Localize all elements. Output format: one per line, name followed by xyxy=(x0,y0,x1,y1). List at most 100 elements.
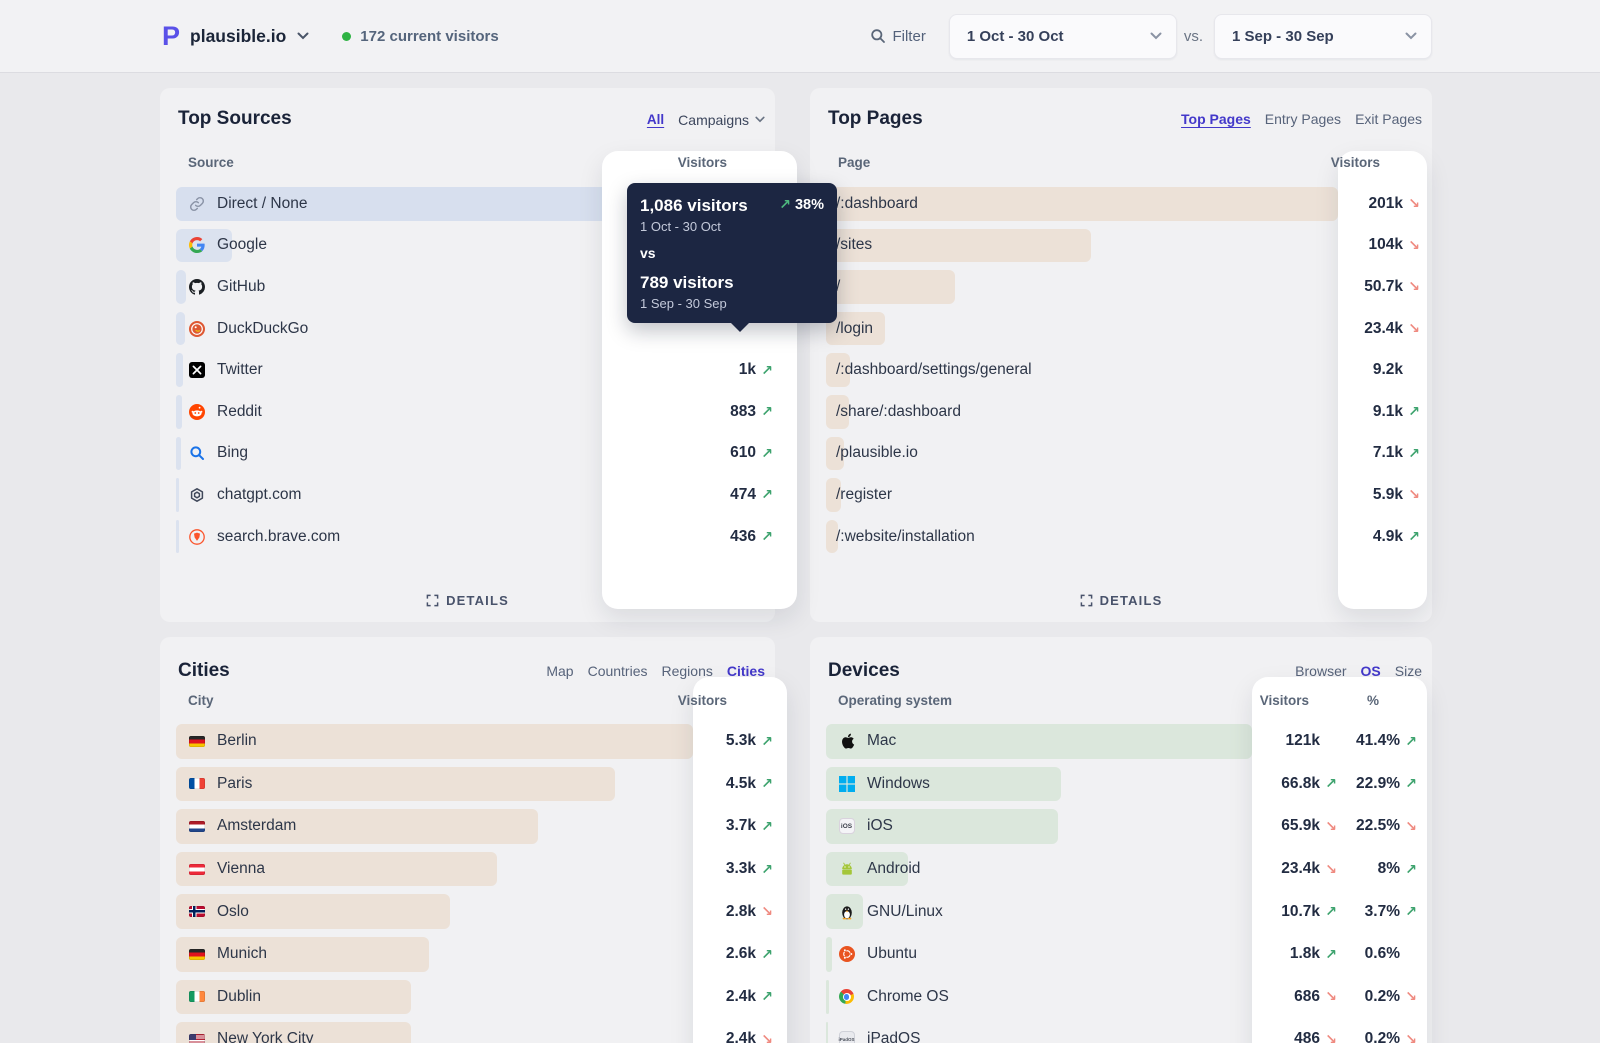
visitors-value: 2.8k↘ xyxy=(714,890,773,933)
page-label: /plausible.io xyxy=(836,444,918,462)
tab-map[interactable]: Map xyxy=(546,663,573,679)
filter-label: Filter xyxy=(892,28,925,45)
city-row[interactable]: Paris 4.5k↗ xyxy=(160,763,775,806)
source-label: Twitter xyxy=(217,361,263,379)
top-sources-panel: Top Sources All Campaigns Source Visitor… xyxy=(160,88,775,622)
os-label: GNU/Linux xyxy=(867,903,943,921)
search-icon xyxy=(870,28,886,44)
us-flag-icon xyxy=(188,1031,205,1043)
chevron-down-icon xyxy=(1150,32,1162,40)
visitors-value: 5.9k↘ xyxy=(1361,474,1420,516)
visitors-value: 50.7k↘ xyxy=(1361,266,1420,308)
panel-title: Cities xyxy=(178,660,230,682)
trend-arrow-icon: ↘ xyxy=(1403,320,1420,337)
visitors-value: 2.4k↘ xyxy=(714,1018,773,1043)
percent-value: 0.2%↘ xyxy=(1358,1018,1417,1043)
compare-range-value: 1 Sep - 30 Sep xyxy=(1232,28,1334,45)
visitors-value: 23.4k↘ xyxy=(1361,308,1420,350)
trend-arrow-icon: ↗ xyxy=(1400,903,1417,920)
tooltip-period: 1 Oct - 30 Oct xyxy=(640,219,824,234)
city-label: New York City xyxy=(217,1030,313,1043)
tab-countries[interactable]: Countries xyxy=(588,663,648,679)
trend-arrow-icon: ↗ xyxy=(756,445,773,462)
visitors-value: 2.6k↗ xyxy=(714,933,773,976)
value-bar xyxy=(826,270,955,304)
trend-arrow-icon: ↗ xyxy=(756,403,773,420)
sources-filter-all[interactable]: All xyxy=(647,112,664,127)
android-icon xyxy=(838,861,855,878)
city-label: Vienna xyxy=(217,860,265,878)
ubuntu-icon xyxy=(838,946,855,963)
column-header-percent: % xyxy=(1367,693,1379,708)
city-label: Paris xyxy=(217,775,252,793)
column-header-os: Operating system xyxy=(838,693,952,708)
trend-arrow-icon: ↘ xyxy=(1403,486,1420,503)
chevron-down-icon xyxy=(1405,32,1417,40)
city-row[interactable]: Oslo 2.8k↘ xyxy=(160,890,775,933)
os-label: Android xyxy=(867,860,920,878)
city-row[interactable]: Dublin 2.4k↗ xyxy=(160,976,775,1019)
tab-top-pages[interactable]: Top Pages xyxy=(1181,111,1251,127)
visitors-value: 4.5k↗ xyxy=(714,763,773,806)
value-bar xyxy=(826,1022,828,1043)
os-label: iPadOS xyxy=(867,1030,920,1043)
devices-panel: Devices Browser OS Size Operating system… xyxy=(810,637,1432,1043)
city-row[interactable]: New York City 2.4k↘ xyxy=(160,1018,775,1043)
live-visitors[interactable]: 172 current visitors xyxy=(342,28,498,45)
source-label: DuckDuckGo xyxy=(217,320,308,338)
city-label: Berlin xyxy=(217,732,257,750)
compare-range-dropdown[interactable]: 1 Sep - 30 Sep xyxy=(1214,14,1432,59)
visitors-value: 1k↗ xyxy=(714,349,773,391)
comparison-tooltip: 1,086 visitors ↗ 38% 1 Oct - 30 Oct vs 7… xyxy=(627,183,837,323)
os-label: Chrome OS xyxy=(867,988,949,1006)
sources-filter-campaigns[interactable]: Campaigns xyxy=(678,112,765,128)
date-range-value: 1 Oct - 30 Oct xyxy=(967,28,1064,45)
percent-value: 8%↗ xyxy=(1358,848,1417,891)
city-row[interactable]: Vienna 3.3k↗ xyxy=(160,848,775,891)
os-label: Ubuntu xyxy=(867,945,917,963)
page-label: /:dashboard xyxy=(836,195,918,213)
city-row[interactable]: Amsterdam 3.7k↗ xyxy=(160,805,775,848)
duckduckgo-icon xyxy=(188,320,205,337)
brave-icon xyxy=(188,528,205,545)
top-pages-panel: Top Pages Top Pages Entry Pages Exit Pag… xyxy=(810,88,1432,622)
filter-button[interactable]: Filter xyxy=(870,28,925,45)
plausible-logo-icon: P xyxy=(162,23,180,50)
column-header-visitors: Visitors xyxy=(1260,693,1309,708)
percent-value: 0.2%↘ xyxy=(1358,976,1417,1019)
source-label: search.brave.com xyxy=(217,528,340,546)
value-bar xyxy=(826,980,829,1015)
percent-value: 0.6% xyxy=(1358,933,1417,976)
google-icon xyxy=(188,237,205,254)
trend-arrow-icon: ↘ xyxy=(1403,195,1420,212)
site-switcher-chevron-down-icon[interactable] xyxy=(297,32,309,40)
percent-value: 22.5%↘ xyxy=(1356,805,1417,848)
os-label: Mac xyxy=(867,732,896,750)
trend-arrow-icon: ↗ xyxy=(756,486,773,503)
trend-arrow-icon: ↘ xyxy=(1403,237,1420,254)
city-label: Amsterdam xyxy=(217,817,296,835)
visitors-value: 1.8k↗ xyxy=(1278,933,1337,976)
visitors-value: 7.1k↗ xyxy=(1361,433,1420,475)
value-bar xyxy=(176,520,179,554)
tab-exit-pages[interactable]: Exit Pages xyxy=(1355,111,1422,127)
column-header-visitors: Visitors xyxy=(1331,155,1380,170)
value-bar xyxy=(176,437,181,471)
city-label: Munich xyxy=(217,945,267,963)
date-range-dropdown[interactable]: 1 Oct - 30 Oct xyxy=(949,14,1177,59)
tooltip-compare-value: 789 visitors xyxy=(640,273,824,293)
site-name[interactable]: plausible.io xyxy=(190,26,286,47)
linux-icon xyxy=(838,903,855,920)
tooltip-vs: vs xyxy=(640,245,824,261)
visitors-value: 5.3k↗ xyxy=(714,720,773,763)
city-row[interactable]: Berlin 5.3k↗ xyxy=(160,720,775,763)
tab-entry-pages[interactable]: Entry Pages xyxy=(1265,111,1341,127)
visitors-value: 610↗ xyxy=(714,433,773,475)
visitors-value: 436↗ xyxy=(714,516,773,558)
city-row[interactable]: Munich 2.6k↗ xyxy=(160,933,775,976)
trend-arrow-icon: ↘ xyxy=(1320,861,1337,878)
value-bar xyxy=(176,478,179,512)
visitors-value: 883↗ xyxy=(714,391,773,433)
os-label: iOS xyxy=(867,817,893,835)
trend-up-icon: ↗ xyxy=(779,196,791,213)
